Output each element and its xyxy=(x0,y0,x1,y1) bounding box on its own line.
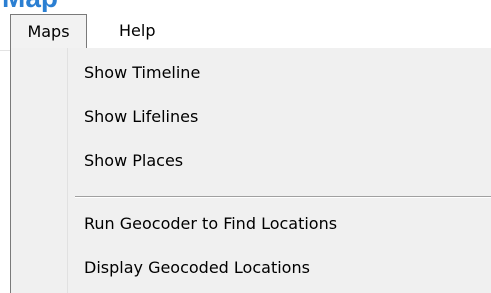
window-title: Map xyxy=(0,0,150,12)
menu-item-run-geocoder[interactable]: Run Geocoder to Find Locations xyxy=(67,206,491,242)
menu-maps[interactable]: Maps xyxy=(10,14,87,50)
menu-item-display-geocoded-locations[interactable]: Display Geocoded Locations xyxy=(67,250,491,286)
menu-item-show-timeline[interactable]: Show Timeline xyxy=(67,55,491,91)
window-title-text: Map xyxy=(2,0,58,12)
menu-item-show-places[interactable]: Show Places xyxy=(67,143,491,179)
maps-dropdown-menu: Show Timeline Show Lifelines Show Places… xyxy=(10,48,491,293)
menu-separator xyxy=(75,196,491,198)
menu-bar: Maps Help xyxy=(0,14,491,51)
menu-item-show-lifelines[interactable]: Show Lifelines xyxy=(67,99,491,135)
menu-help[interactable]: Help xyxy=(107,14,167,48)
menu-icon-gutter xyxy=(11,48,68,293)
